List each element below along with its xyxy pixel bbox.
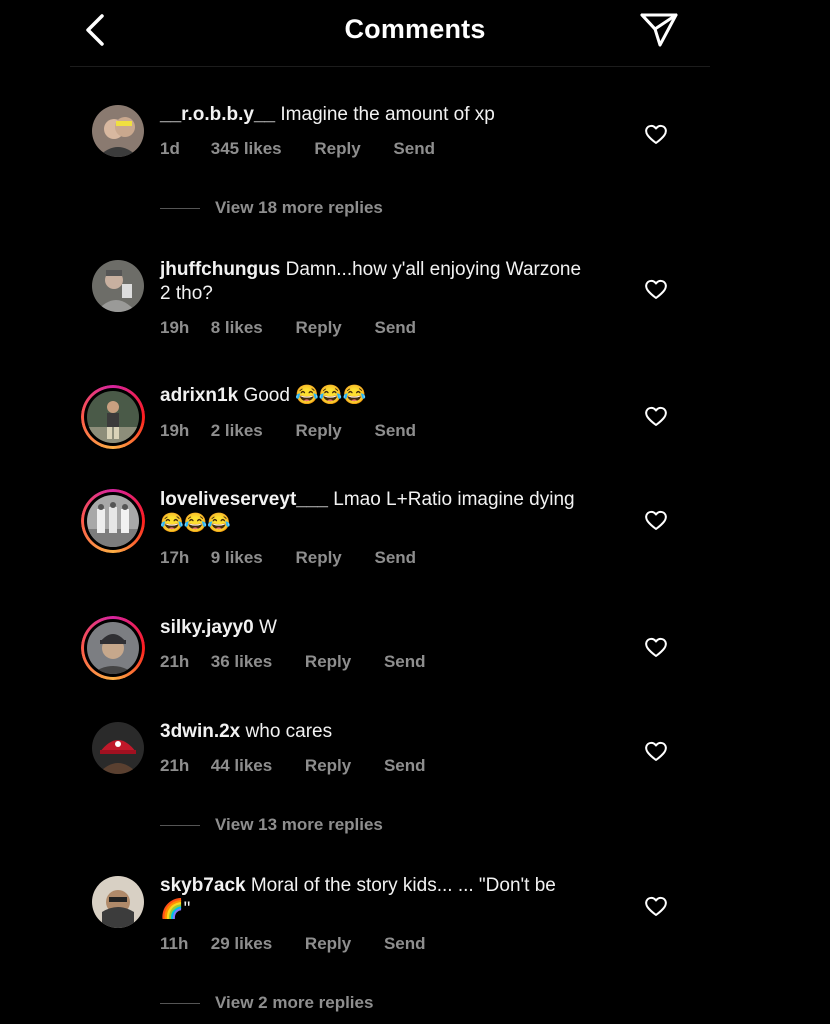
avatar-with-story-ring[interactable] [81, 385, 145, 449]
heart-icon[interactable] [644, 636, 668, 658]
comment-time: 17h [160, 548, 190, 567]
comment-time: 11h [160, 934, 189, 953]
view-replies-button[interactable]: View 13 more replies [160, 815, 383, 835]
paper-plane-icon [640, 13, 678, 47]
heart-icon[interactable] [644, 278, 668, 300]
comment-body: W [258, 617, 277, 638]
comment-time: 19h [160, 318, 190, 337]
comment-body: who cares [245, 721, 333, 742]
comment-time: 21h [160, 652, 190, 671]
reply-button[interactable]: Reply [295, 548, 341, 568]
comment-username[interactable]: loveliveserveyt___ [160, 489, 328, 510]
avatar[interactable] [92, 260, 144, 312]
comment-meta: 11h 29 likes Reply Send [160, 934, 426, 954]
page-title: Comments [344, 14, 486, 44]
comment-text: loveliveserveyt___ Lmao L+Ratio imagine … [160, 488, 590, 536]
replies-line [160, 208, 200, 210]
comment-username[interactable]: adrixn1k [160, 385, 238, 406]
replies-line [160, 1003, 200, 1005]
reply-button[interactable]: Reply [305, 652, 351, 672]
send-button[interactable]: Send [375, 548, 417, 568]
comment-meta: 17h 9 likes Reply Send [160, 548, 416, 568]
comment-username[interactable]: silky.jayy0 [160, 617, 254, 638]
reply-button[interactable]: Reply [314, 139, 360, 159]
send-button[interactable]: Send [384, 756, 426, 776]
comment-likes[interactable]: 29 likes [211, 934, 272, 954]
comment-username[interactable]: 3dwin.2x [160, 721, 240, 742]
comment-username[interactable]: jhuffchungus [160, 259, 280, 280]
send-button[interactable]: Send [384, 934, 426, 954]
view-replies-button[interactable]: View 18 more replies [160, 198, 383, 218]
reply-button[interactable]: Reply [305, 756, 351, 776]
comment-likes[interactable]: 9 likes [211, 548, 263, 568]
comment-meta: 21h 36 likes Reply Send [160, 652, 426, 672]
send-button[interactable]: Send [393, 139, 435, 159]
avatar[interactable] [92, 876, 144, 928]
avatar-with-story-ring[interactable] [81, 489, 145, 553]
heart-icon[interactable] [644, 509, 668, 531]
comment-meta: 19h 8 likes Reply Send [160, 318, 416, 338]
comment-likes[interactable]: 345 likes [211, 139, 282, 159]
view-replies-button[interactable]: View 2 more replies [160, 993, 373, 1013]
comment-meta: 21h 44 likes Reply Send [160, 756, 426, 776]
avatar-with-story-ring[interactable] [81, 616, 145, 680]
comment-text: __r.o.b.b.y__ Imagine the amount of xp [160, 103, 590, 127]
comment-meta: 19h 2 likes Reply Send [160, 421, 416, 441]
send-button[interactable]: Send [384, 652, 426, 672]
send-button[interactable]: Send [375, 421, 417, 441]
reply-button[interactable]: Reply [305, 934, 351, 954]
comment-time: 1d [160, 139, 180, 158]
reply-button[interactable]: Reply [295, 421, 341, 441]
comment-likes[interactable]: 36 likes [211, 652, 272, 672]
comment-likes[interactable]: 2 likes [211, 421, 263, 441]
replies-line [160, 825, 200, 827]
heart-icon[interactable] [644, 895, 668, 917]
comment-likes[interactable]: 44 likes [211, 756, 272, 776]
share-button[interactable] [638, 11, 680, 49]
comment-likes[interactable]: 8 likes [211, 318, 263, 338]
avatar[interactable] [92, 722, 144, 774]
comment-time: 19h [160, 421, 190, 440]
send-button[interactable]: Send [375, 318, 417, 338]
comment-time: 21h [160, 756, 190, 775]
comment-text: silky.jayy0 W [160, 616, 590, 640]
comment-username[interactable]: skyb7ack [160, 875, 246, 896]
avatar[interactable] [92, 105, 144, 157]
reply-button[interactable]: Reply [295, 318, 341, 338]
header: Comments [0, 0, 830, 66]
comment-username[interactable]: __r.o.b.b.y__ [160, 104, 275, 125]
heart-icon[interactable] [644, 123, 668, 145]
comment-text: 3dwin.2x who cares [160, 720, 590, 744]
comment-meta: 1d 345 likes Reply Send [160, 139, 435, 159]
comment-text: skyb7ack Moral of the story kids... ... … [160, 874, 590, 922]
heart-icon[interactable] [644, 405, 668, 427]
comment-text: jhuffchungus Damn...how y'all enjoying W… [160, 258, 590, 306]
comment-body: Good 😂😂😂 [243, 385, 367, 406]
comment-body: Imagine the amount of xp [280, 104, 495, 125]
header-divider [70, 66, 710, 67]
heart-icon[interactable] [644, 740, 668, 762]
comment-text: adrixn1k Good 😂😂😂 [160, 384, 590, 408]
